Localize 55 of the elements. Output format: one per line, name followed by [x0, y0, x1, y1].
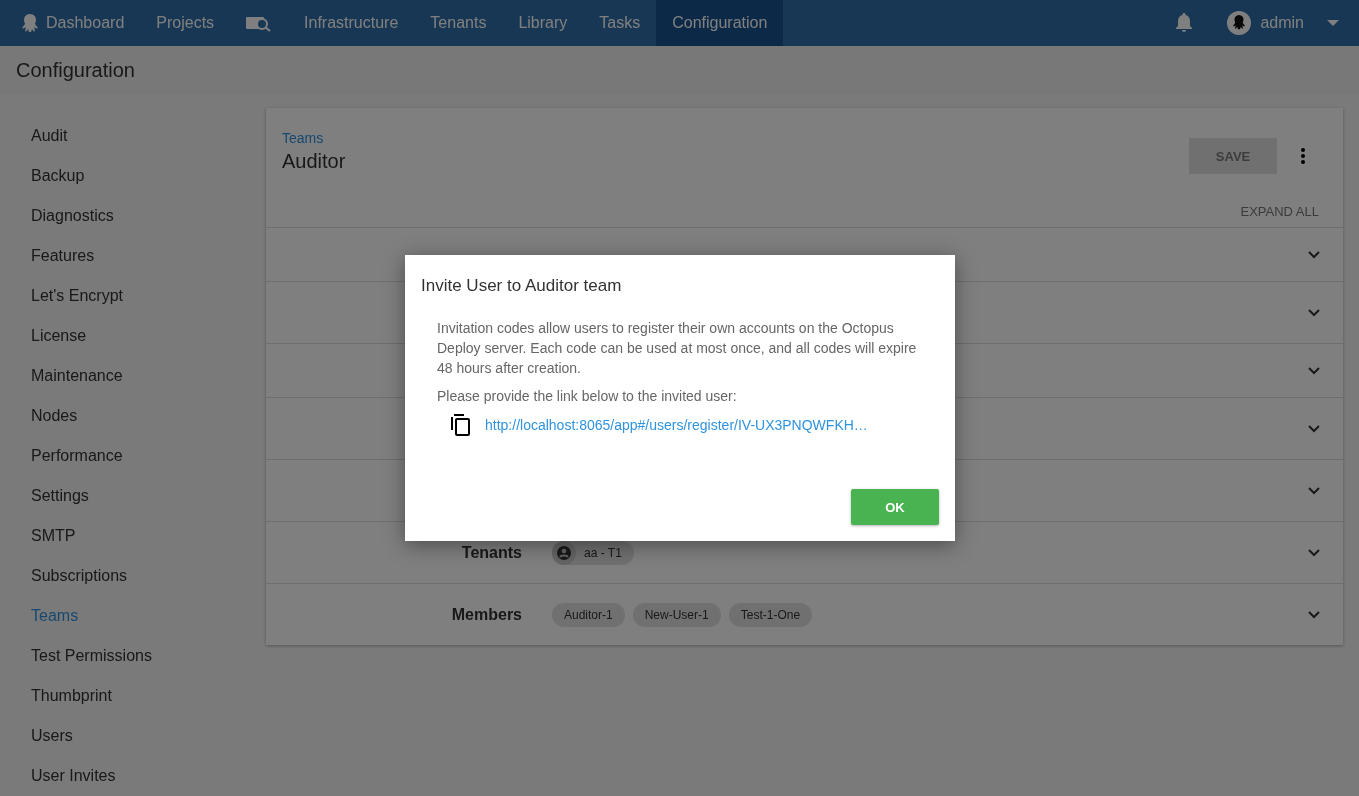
- copy-icon[interactable]: [451, 414, 471, 436]
- nav-item[interactable]: Dashboard: [6, 0, 141, 46]
- notifications-icon[interactable]: [1175, 13, 1194, 33]
- sidebar-item[interactable]: Nodes: [0, 396, 78, 436]
- sidebar-item[interactable]: Test Permissions: [0, 636, 152, 676]
- field-label: Tenants: [461, 543, 522, 562]
- dialog-text: Please provide the link below to the invited user:: [437, 387, 738, 406]
- sidebar-item[interactable]: Settings: [0, 476, 89, 516]
- dialog-title: Invite User to Auditor team: [420, 275, 623, 296]
- team-title: Auditor: [282, 149, 346, 173]
- page-title: Configuration: [16, 58, 135, 82]
- member-chip: Auditor-1: [552, 602, 625, 627]
- member-chip: Test-1-One: [728, 602, 813, 627]
- nav-item[interactable]: Projects: [140, 0, 231, 46]
- sidebar-item[interactable]: User Invites: [0, 756, 116, 796]
- caret-icon[interactable]: [1327, 20, 1339, 26]
- chevron-icon[interactable]: [1308, 308, 1320, 317]
- expand-all-link[interactable]: EXPAND ALL: [1240, 204, 1319, 219]
- chevron-icon[interactable]: [1308, 424, 1320, 433]
- breadcrumb-link[interactable]: Teams: [282, 129, 324, 146]
- octopus-icon: [22, 14, 38, 32]
- member-chip: New-User-1: [632, 602, 721, 627]
- sidebar-item[interactable]: Thumbprint: [0, 676, 112, 716]
- nav-item[interactable]: Configuration: [656, 0, 784, 46]
- nav-item[interactable]: Infrastructure: [288, 0, 415, 46]
- sidebar-item[interactable]: Performance: [0, 436, 123, 476]
- chevron-icon[interactable]: [1308, 366, 1320, 375]
- ok-button[interactable]: OK: [851, 489, 939, 525]
- more-menu-icon[interactable]: [1301, 148, 1305, 164]
- sidebar-item[interactable]: Backup: [0, 156, 85, 196]
- field-label: Members: [451, 605, 522, 624]
- sidebar-item[interactable]: Let's Encrypt: [0, 276, 123, 316]
- nav-item[interactable]: Tenants: [414, 0, 503, 46]
- sidebar-item[interactable]: Subscriptions: [0, 556, 128, 596]
- sidebar-item[interactable]: Maintenance: [0, 356, 123, 396]
- person-icon: [552, 540, 576, 565]
- tenant-chip: aa - T1: [552, 540, 634, 565]
- chevron-icon[interactable]: [1308, 250, 1320, 259]
- sidebar-item[interactable]: Diagnostics: [0, 196, 114, 236]
- sidebar-item[interactable]: Audit: [0, 116, 68, 156]
- sidebar-item[interactable]: License: [0, 316, 87, 356]
- sidebar-item[interactable]: Users: [0, 716, 73, 756]
- nav-item[interactable]: Tasks: [583, 0, 657, 46]
- chevron-icon[interactable]: [1308, 486, 1320, 495]
- nav-item[interactable]: Library: [502, 0, 584, 46]
- sidebar-item[interactable]: Teams: [0, 596, 79, 636]
- user-name[interactable]: admin: [1260, 14, 1304, 32]
- sidebar-item[interactable]: Features: [0, 236, 95, 276]
- sidebar-item[interactable]: SMTP: [0, 516, 76, 556]
- dialog-text: Invitation codes allow users to register their own accounts on the Octopus Deploy server. Each code can be used at most once, and all codes will expire 48 hours after creation.: [437, 319, 918, 378]
- chevron-icon[interactable]: [1308, 548, 1320, 557]
- avatar-icon[interactable]: [1227, 11, 1252, 35]
- search-icon: [246, 14, 273, 32]
- chevron-icon[interactable]: [1308, 610, 1320, 619]
- invite-link[interactable]: http://localhost:8065/app#/users/register/IV-UX3PNQWFKH…: [485, 417, 868, 433]
